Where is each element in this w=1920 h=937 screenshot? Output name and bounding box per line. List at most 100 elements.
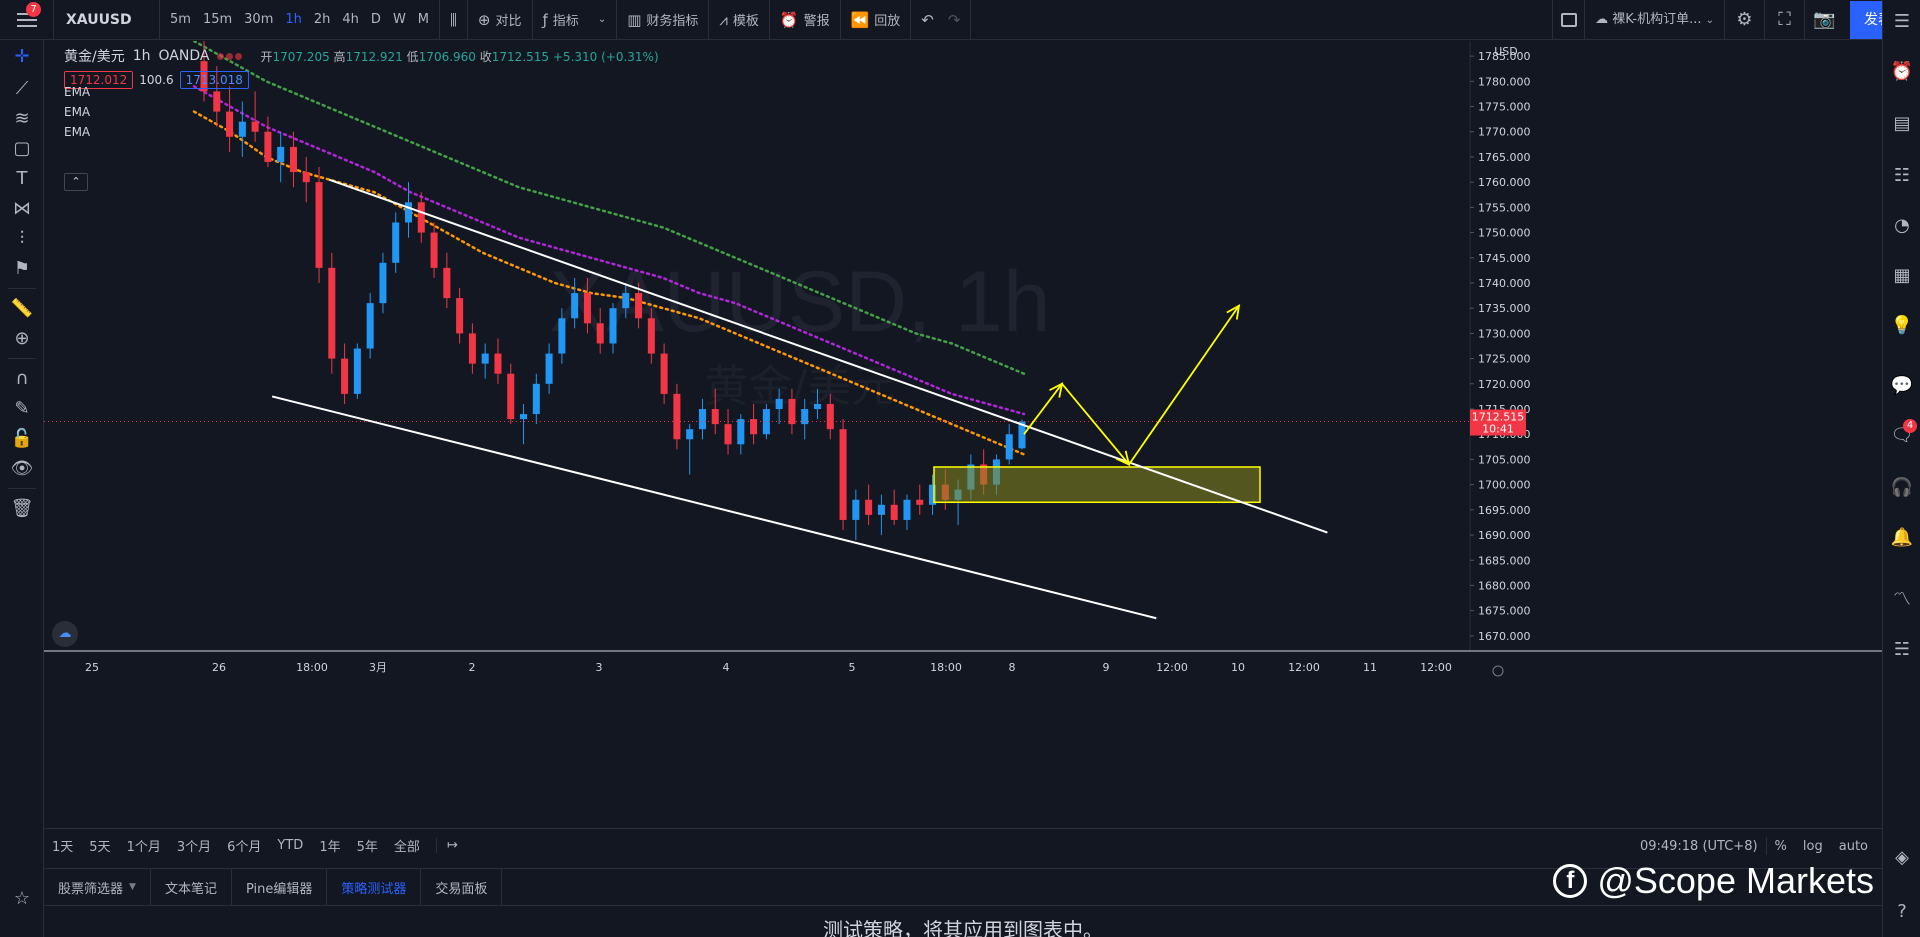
interval-4h[interactable]: 4h <box>336 12 365 27</box>
alerts-button[interactable]: ⏰ <box>1883 54 1920 90</box>
interval-5m[interactable]: 5m <box>164 12 197 27</box>
candle-body <box>392 222 400 263</box>
magnet-tool[interactable]: ∩ <box>0 362 44 396</box>
undo-redo-group: ↶ ↷ <box>911 0 972 40</box>
tab-trading-panel[interactable]: 交易面板 <box>421 869 503 905</box>
help-icon: ? <box>1897 901 1907 922</box>
streams-button[interactable]: 🎧 <box>1883 470 1920 506</box>
data-window-icon: ☷ <box>1893 165 1911 186</box>
fib-tool[interactable]: ≋ <box>0 102 44 136</box>
ema-legend-1[interactable]: EMA <box>64 85 90 99</box>
range-5d[interactable]: 5天 <box>81 836 118 855</box>
symbol-search[interactable]: XAUUSD <box>54 0 160 40</box>
data-window-button[interactable]: ☷ <box>1883 158 1920 194</box>
collapse-legend-button[interactable]: ⌃ <box>64 173 88 191</box>
indicators-button[interactable]: ƒ 指标 ⌄ <box>533 0 618 40</box>
layers-button[interactable]: ◈ <box>1883 840 1920 876</box>
candle-body <box>571 293 579 319</box>
hide-tool[interactable]: 👁 <box>0 452 44 486</box>
range-6m[interactable]: 6个月 <box>219 836 269 855</box>
settings-button[interactable]: ⚙ <box>1724 0 1764 40</box>
dom-button[interactable]: ☵ <box>1883 632 1920 668</box>
tab-label: 文本笔记 <box>164 881 217 897</box>
tab-text-notes[interactable]: 文本笔记 <box>151 869 232 905</box>
layout-button[interactable] <box>1552 0 1584 40</box>
help-button[interactable]: ? <box>1883 894 1920 930</box>
interval-30m[interactable]: 30m <box>238 12 279 27</box>
replay-button[interactable]: ⏪ 回放 <box>841 0 912 40</box>
calendar-button[interactable]: ▦ <box>1883 258 1920 294</box>
range-ytd[interactable]: YTD <box>269 838 311 853</box>
date-range-bar: 1天 5天 1个月 3个月 6个月 YTD 1年 5年 全部 ↦ 09:49:1… <box>44 828 1882 862</box>
interval-15m[interactable]: 15m <box>197 12 238 27</box>
layout-name-button[interactable]: ☁ 裸K-机构订单... ⌄ <box>1584 0 1724 40</box>
tab-stock-screener[interactable]: 股票筛选器 ▼ <box>44 869 151 905</box>
prediction-tool[interactable]: ⫶ <box>0 222 44 256</box>
ema-legend-2[interactable]: EMA <box>64 105 90 119</box>
chart-style-button[interactable]: ⫼ <box>440 0 468 40</box>
log-toggle[interactable]: log <box>1795 839 1831 854</box>
menu-button[interactable]: 7 <box>0 0 54 40</box>
candle-body <box>289 146 297 173</box>
auto-toggle[interactable]: auto <box>1831 839 1876 854</box>
range-5y[interactable]: 5年 <box>349 836 386 855</box>
fullscreen-button[interactable]: ⛶ <box>1764 0 1804 40</box>
candle-body <box>520 414 528 420</box>
templates-button[interactable]: ⩘ 模板 <box>709 0 770 40</box>
shape-tool[interactable]: ▢ <box>0 132 44 166</box>
range-3m[interactable]: 3个月 <box>169 836 219 855</box>
candle-body <box>596 323 604 344</box>
ideas-button[interactable]: 💡 <box>1883 308 1920 344</box>
chart-area[interactable]: XAUUSD, 1h 黄金/美元 USD 1785.000 1780.000 1775.0… <box>44 41 1882 821</box>
tab-pine-editor[interactable]: Pine编辑器 <box>232 869 328 905</box>
clock-time[interactable]: 09:49:18 (UTC+8) <box>1632 839 1766 854</box>
notifications-button[interactable]: 🗨 4 <box>1883 418 1920 454</box>
lock-tool[interactable]: 🔓 <box>0 422 44 456</box>
redo-icon[interactable]: ↷ <box>948 11 961 29</box>
chevron-down-icon: ⌄ <box>597 14 607 25</box>
interval-1h[interactable]: 1h <box>279 12 308 27</box>
trendline-tool[interactable]: ⟋ <box>0 72 44 106</box>
compare-button[interactable]: ⊕ 对比 <box>468 0 533 40</box>
snapshot-button[interactable]: 📷 <box>1804 0 1844 40</box>
interval-w[interactable]: W <box>387 12 412 27</box>
alert-button[interactable]: ⏰ 警报 <box>770 0 841 40</box>
bell-button[interactable]: 🔔 <box>1883 520 1920 556</box>
buy-price[interactable]: 1713.018 <box>179 71 249 89</box>
chats-button[interactable]: 💬 <box>1883 368 1920 404</box>
candle-body <box>430 232 438 268</box>
chart-legend: 黄金/美元 1h OANDA 开1707.205 高1712.921 低1706… <box>64 46 659 66</box>
separator <box>8 358 36 359</box>
goto-date-button[interactable]: ↦ <box>435 838 468 853</box>
range-1d[interactable]: 1天 <box>44 836 81 855</box>
chevron-up-icon: ⌃ <box>71 175 81 188</box>
range-1m[interactable]: 1个月 <box>119 836 169 855</box>
stay-drawing-tool[interactable]: ✎ <box>0 392 44 426</box>
interval-group: 5m 15m 30m 1h 2h 4h D W M <box>160 0 441 40</box>
interval-2h[interactable]: 2h <box>308 12 337 27</box>
news-button[interactable]: ▤ <box>1883 106 1920 142</box>
range-all[interactable]: 全部 <box>386 836 428 855</box>
hotlist-button[interactable]: ◔ <box>1883 208 1920 244</box>
interval-m[interactable]: M <box>412 12 435 27</box>
price-tick-label: 1770.000 <box>1478 126 1531 139</box>
watchlist-button[interactable]: ☰ <box>1883 4 1920 40</box>
chat-icon: 💬 <box>1890 375 1914 396</box>
financials-button[interactable]: ▥ 财务指标 <box>617 0 710 40</box>
favorites-tool[interactable]: ☆ <box>0 882 44 916</box>
interval-d[interactable]: D <box>365 12 387 27</box>
tab-strategy-tester[interactable]: 策略测试器 <box>327 869 422 905</box>
undo-icon[interactable]: ↶ <box>921 11 934 29</box>
pattern-tool[interactable]: ⋈ <box>0 192 44 226</box>
trading-button[interactable]: 〽 <box>1883 582 1920 618</box>
zoom-tool[interactable]: ⊕ <box>0 322 44 356</box>
measure-tool[interactable]: 📏 <box>0 292 44 326</box>
range-1y[interactable]: 1年 <box>311 836 348 855</box>
percent-toggle[interactable]: % <box>1767 839 1795 854</box>
crosshair-tool[interactable]: ✛ <box>0 40 44 74</box>
tradingview-logo[interactable]: ☁ <box>52 621 78 647</box>
text-tool[interactable]: T <box>0 162 44 196</box>
remove-tool[interactable]: 🗑 <box>0 492 44 526</box>
ema-legend-3[interactable]: EMA <box>64 125 90 139</box>
icon-tool[interactable]: ⚑ <box>0 252 44 286</box>
